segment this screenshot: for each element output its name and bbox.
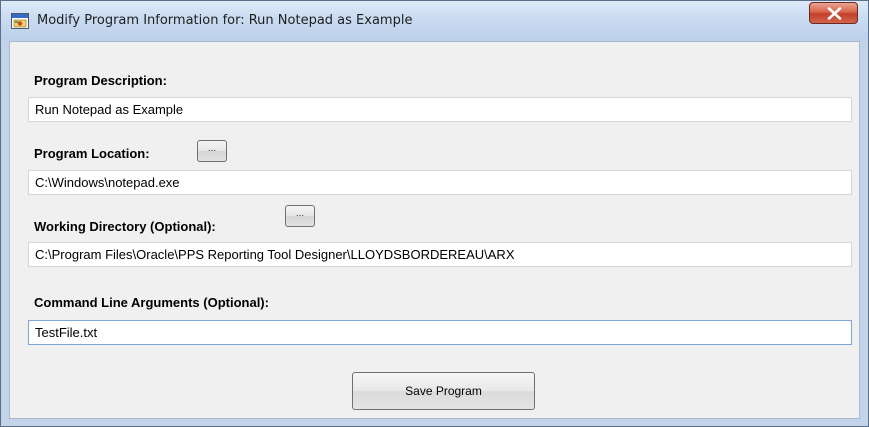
program-location-label: Program Location:	[34, 146, 150, 161]
program-description-field[interactable]	[28, 97, 852, 122]
program-location-browse-button[interactable]: ...	[197, 140, 227, 162]
program-description-label: Program Description:	[34, 73, 167, 88]
working-directory-label: Working Directory (Optional):	[34, 219, 216, 234]
command-line-arguments-label: Command Line Arguments (Optional):	[34, 295, 269, 310]
close-button[interactable]	[809, 2, 858, 24]
title-bar[interactable]: Modify Program Information for: Run Note…	[1, 1, 868, 41]
save-program-button[interactable]: Save Program	[352, 372, 535, 410]
dialog-body: Program Description: Program Location: .…	[9, 41, 860, 419]
program-window-icon	[11, 13, 29, 29]
window-title: Modify Program Information for: Run Note…	[37, 13, 413, 28]
command-line-arguments-field[interactable]	[28, 320, 852, 345]
dialog-window: Modify Program Information for: Run Note…	[0, 0, 869, 427]
working-directory-browse-button[interactable]: ...	[285, 205, 315, 227]
program-location-field[interactable]	[28, 170, 852, 195]
working-directory-field[interactable]	[28, 242, 852, 267]
